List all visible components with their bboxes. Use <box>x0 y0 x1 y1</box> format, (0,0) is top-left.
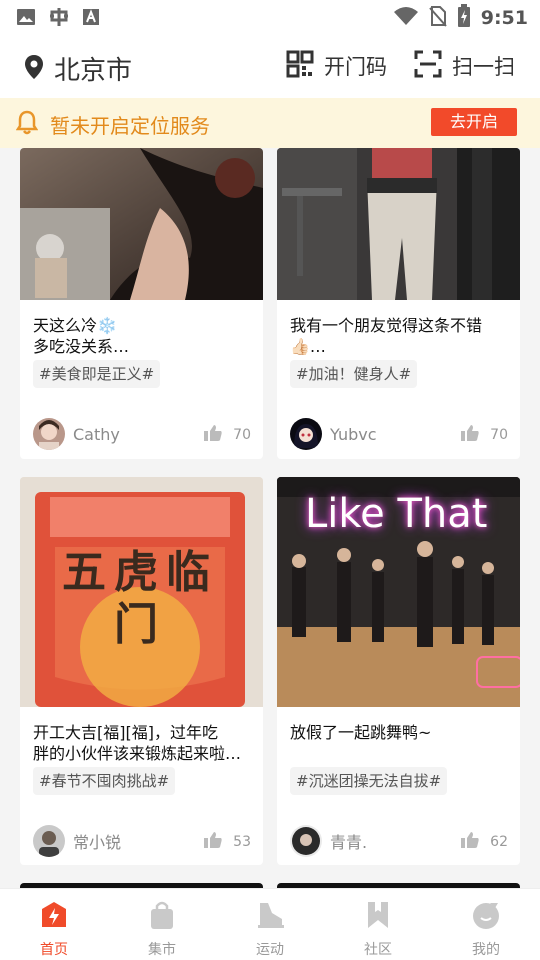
author-name: Cathy <box>73 424 120 444</box>
post-image-text: Like That <box>305 491 488 537</box>
post-title: 我有一个朋友觉得这条不错 👍🏻… <box>290 316 483 356</box>
like-button[interactable]: 70 <box>203 424 251 446</box>
notice-text: 暂未开启定位服务 <box>50 114 210 138</box>
thumbs-up-icon <box>203 831 223 853</box>
top-header: 北京市 开门码 扫一扫 <box>0 36 540 98</box>
post-title: 天这么冷❄️ 多吃没关系… <box>33 316 130 356</box>
post-image-text: 五虎临门 <box>62 547 218 650</box>
bookmark-icon <box>362 899 394 931</box>
battery-charging-icon <box>457 4 471 32</box>
post-topic-tag[interactable]: #沉迷团操无法自拔# <box>290 767 448 795</box>
tab-label: 集市 <box>148 942 176 958</box>
thumbs-up-icon <box>460 424 480 446</box>
open-door-code-label: 开门码 <box>324 55 387 79</box>
location-pin-icon <box>24 54 44 84</box>
location-notice-bar: 暂未开启定位服务 去开启 <box>0 98 540 148</box>
avatar[interactable] <box>33 418 65 450</box>
post-topic-tag[interactable]: #美食即是正义# <box>33 360 161 388</box>
thumbs-up-icon <box>460 831 480 853</box>
sneaker-icon <box>254 899 286 931</box>
like-button[interactable]: 53 <box>203 831 251 853</box>
home-bolt-icon <box>38 899 70 931</box>
post-card[interactable]: Like That 放假了一起跳舞鸭~ #沉迷团操无法自拔# 青青. 62 <box>277 477 520 865</box>
post-author[interactable]: Cathy <box>33 418 120 450</box>
image-notification-icon <box>16 7 36 31</box>
tab-label: 我的 <box>472 942 500 958</box>
author-name: 青青. <box>330 833 368 852</box>
no-sim-icon <box>428 5 447 31</box>
wifi-icon <box>393 6 419 30</box>
post-topic-tag[interactable]: #春节不囤肉挑战# <box>33 767 176 795</box>
enable-location-button[interactable]: 去开启 <box>431 108 517 136</box>
tab-home[interactable]: 首页 <box>0 889 108 960</box>
post-image[interactable]: Like That <box>277 477 520 707</box>
thumbs-up-icon <box>203 424 223 446</box>
font-notification-icon <box>82 7 100 31</box>
like-count: 62 <box>490 834 508 850</box>
tab-sports[interactable]: 运动 <box>216 889 324 960</box>
tab-community[interactable]: 社区 <box>324 889 432 960</box>
post-image[interactable] <box>277 148 520 300</box>
tab-label: 社区 <box>364 942 392 958</box>
avatar[interactable] <box>33 825 65 857</box>
post-card[interactable]: 我有一个朋友觉得这条不错 👍🏻… #加油！健身人# Yubvc 70 <box>277 148 520 459</box>
scan-icon <box>414 50 442 82</box>
tab-label: 首页 <box>40 942 68 958</box>
city-name: 北京市 <box>54 56 133 86</box>
post-author[interactable]: 常小锐 <box>33 825 121 857</box>
tab-market[interactable]: 集市 <box>108 889 216 960</box>
status-bar: 9:51 <box>0 0 540 36</box>
post-image[interactable] <box>20 148 263 300</box>
post-image[interactable]: 五虎临门 <box>20 477 263 707</box>
author-name: 常小锐 <box>73 833 122 852</box>
post-card[interactable]: 五虎临门 开工大吉[福][福]，过年吃 胖的小伙伴该来锻炼起来啦… #春节不囤肉… <box>20 477 263 865</box>
post-topic-tag[interactable]: #加油！健身人# <box>290 360 418 388</box>
avatar[interactable] <box>290 825 322 857</box>
like-button[interactable]: 70 <box>460 424 508 446</box>
scan-label: 扫一扫 <box>452 55 515 79</box>
post-feed: 天这么冷❄️ 多吃没关系… #美食即是正义# Cathy 70 我有一个朋友觉得… <box>0 148 540 888</box>
like-count: 70 <box>490 427 508 443</box>
post-title: 放假了一起跳舞鸭~ <box>290 723 432 742</box>
profile-face-icon <box>470 899 502 931</box>
clock: 9:51 <box>480 7 528 29</box>
open-door-code-button[interactable]: 开门码 <box>286 50 387 82</box>
bell-icon <box>15 110 39 140</box>
author-name: Yubvc <box>330 424 377 444</box>
like-button[interactable]: 62 <box>460 831 508 853</box>
post-title: 开工大吉[福][福]，过年吃 胖的小伙伴该来锻炼起来啦… <box>33 723 242 763</box>
location-selector[interactable]: 北京市 <box>24 50 132 87</box>
post-card[interactable]: 天这么冷❄️ 多吃没关系… #美食即是正义# Cathy 70 <box>20 148 263 459</box>
post-author[interactable]: 青青. <box>290 825 367 857</box>
tab-label: 运动 <box>256 942 284 958</box>
qr-code-icon <box>286 50 314 82</box>
bug-notification-icon <box>48 6 70 32</box>
avatar[interactable] <box>290 418 322 450</box>
bottom-tab-bar: 首页 集市 运动 社区 我的 <box>0 888 540 960</box>
like-count: 53 <box>233 834 251 850</box>
like-count: 70 <box>233 427 251 443</box>
post-author[interactable]: Yubvc <box>290 418 377 450</box>
shopping-bag-icon <box>146 899 178 931</box>
tab-profile[interactable]: 我的 <box>432 889 540 960</box>
scan-button[interactable]: 扫一扫 <box>414 50 515 82</box>
